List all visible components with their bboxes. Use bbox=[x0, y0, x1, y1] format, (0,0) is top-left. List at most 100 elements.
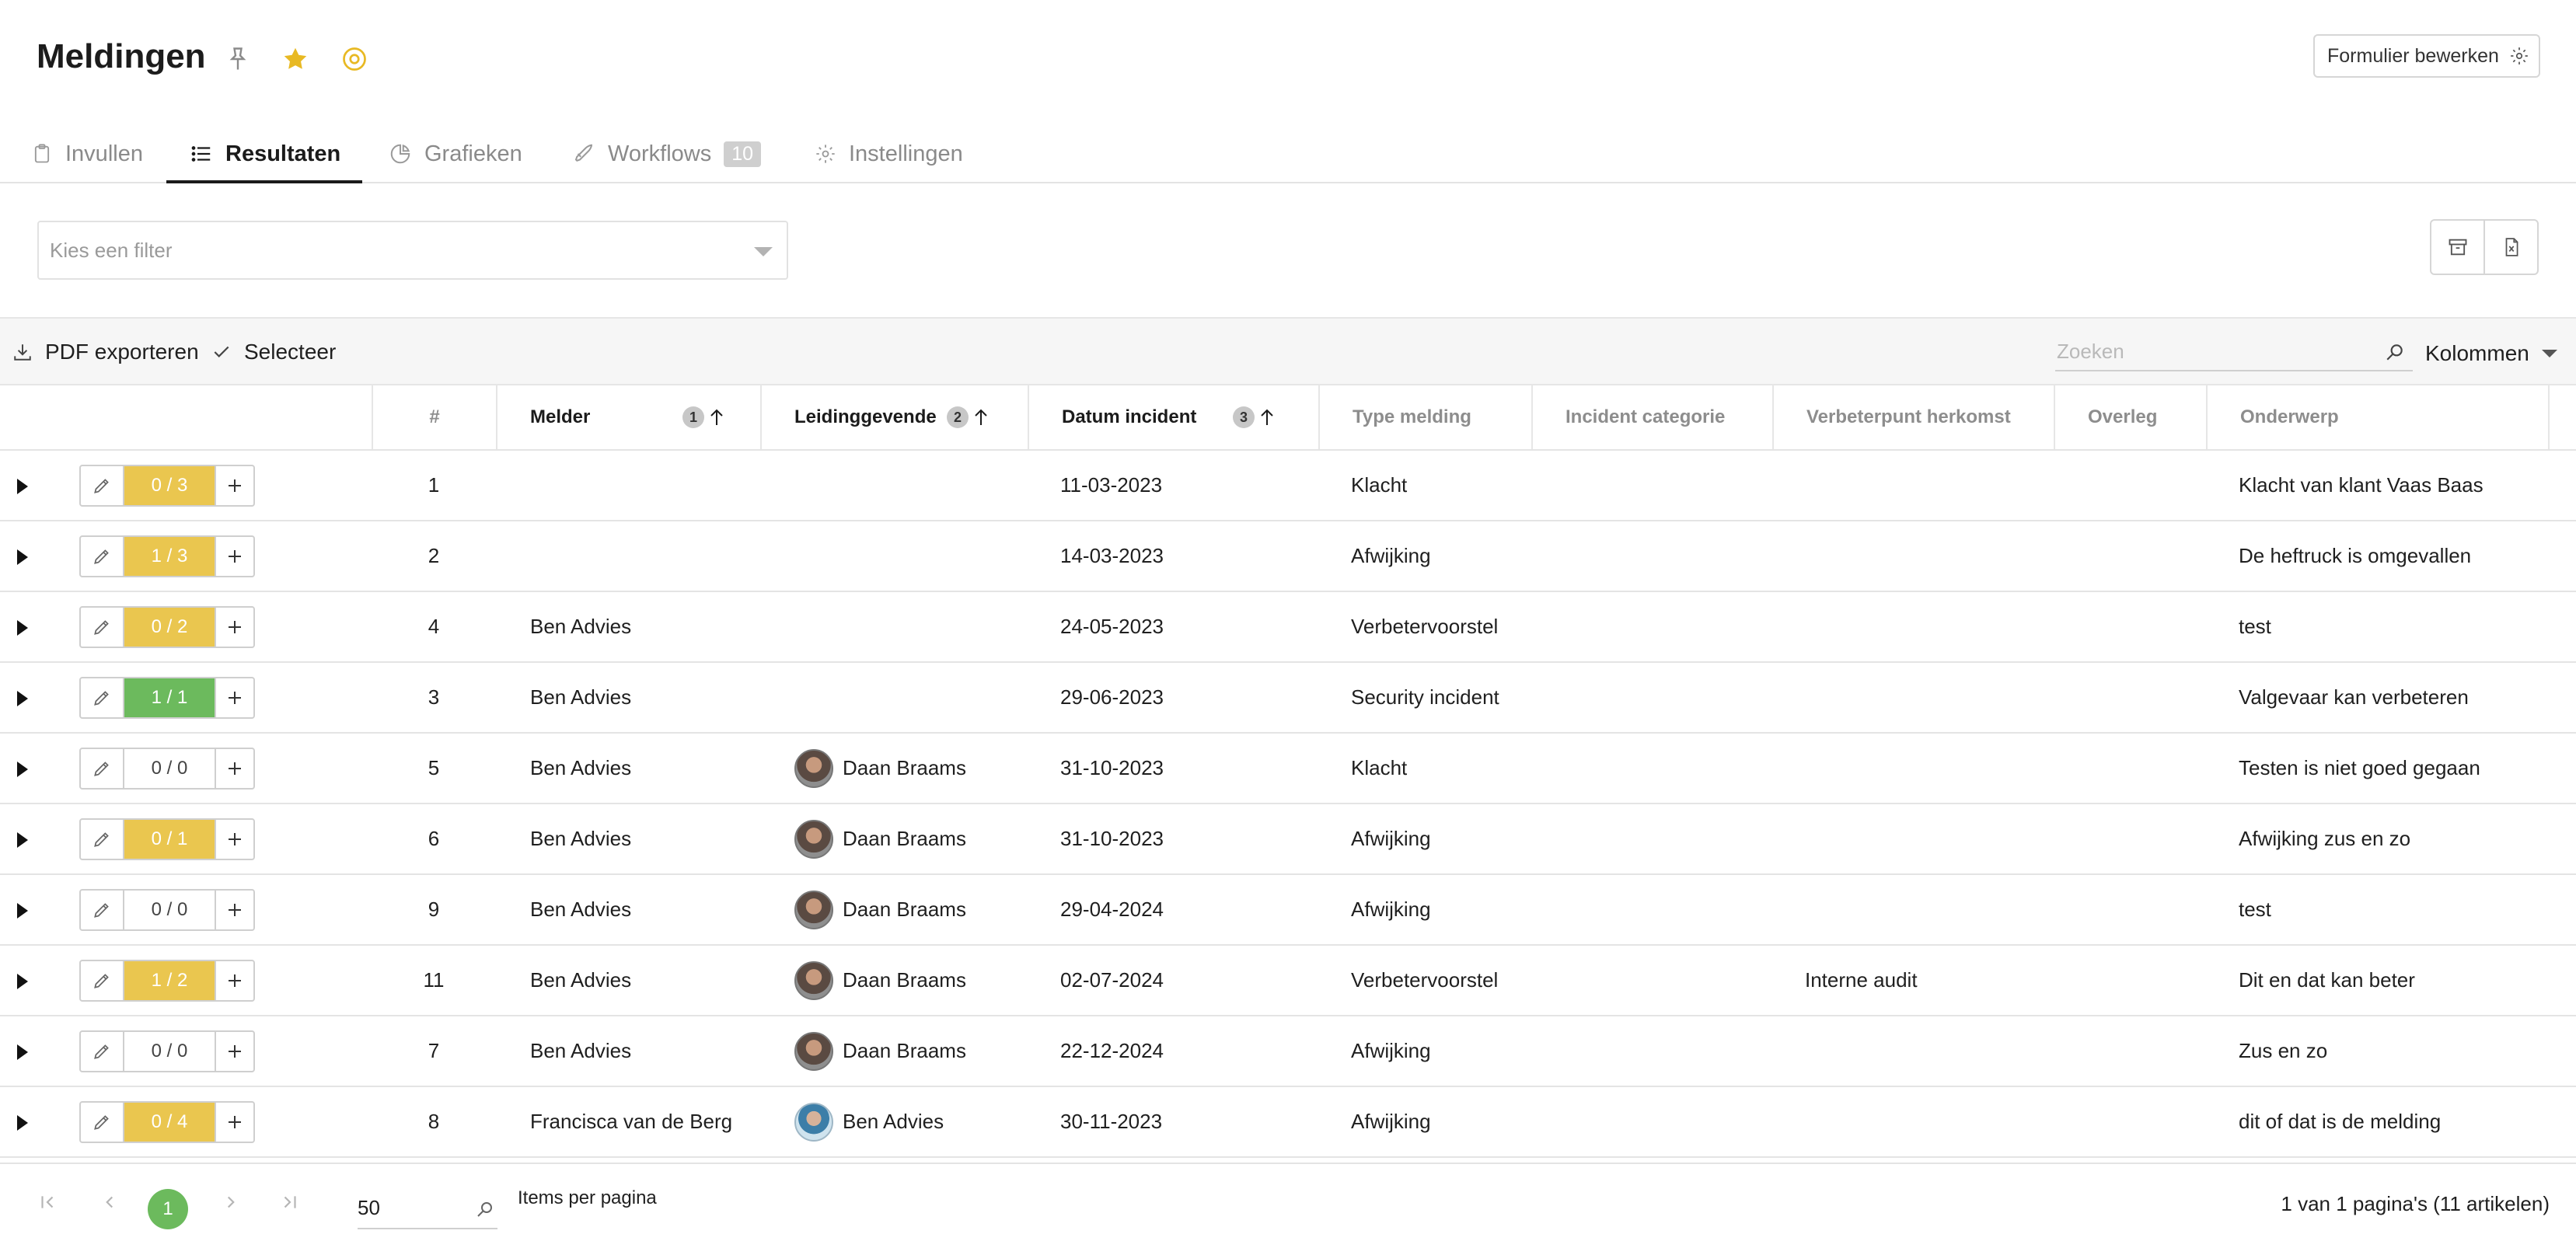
edit-row-button[interactable] bbox=[81, 608, 124, 647]
edit-row-button[interactable] bbox=[81, 1032, 124, 1071]
task-progress-badge[interactable]: 0 / 1 bbox=[124, 820, 215, 859]
tab-invullen[interactable]: Invullen bbox=[31, 124, 143, 183]
archive-button[interactable] bbox=[2431, 221, 2484, 274]
edit-row-button[interactable] bbox=[81, 1103, 124, 1142]
expand-row-icon[interactable] bbox=[17, 832, 28, 848]
table-row[interactable]: 0 / 0 7 Ben Advies Daan Braams 22-12-202… bbox=[0, 1016, 2576, 1087]
column-header-leidinggevende[interactable]: Leidinggevende 2 bbox=[760, 385, 1028, 449]
expand-row-icon[interactable] bbox=[17, 1044, 28, 1060]
tab-instellingen[interactable]: Instellingen bbox=[815, 124, 963, 183]
expand-row-icon[interactable] bbox=[17, 549, 28, 565]
filter-select[interactable]: Kies een filter bbox=[37, 221, 788, 280]
pdf-export-button[interactable]: PDF exporteren bbox=[12, 319, 199, 385]
expand-row-icon[interactable] bbox=[17, 479, 28, 494]
table-row[interactable]: 0 / 0 9 Ben Advies Daan Braams 29-04-202… bbox=[0, 875, 2576, 946]
edit-row-button[interactable] bbox=[81, 891, 124, 929]
cell-nr: 1 bbox=[428, 473, 440, 497]
expand-row-icon[interactable] bbox=[17, 1115, 28, 1131]
column-label: Incident categorie bbox=[1565, 406, 1726, 427]
pin-icon[interactable] bbox=[224, 45, 252, 73]
cell-nr: 7 bbox=[428, 1039, 440, 1062]
tab-label: Invullen bbox=[65, 141, 143, 166]
row-actions: 0 / 0 bbox=[79, 889, 255, 931]
select-button[interactable]: Selecteer bbox=[211, 319, 336, 385]
columns-dropdown[interactable]: Kolommen bbox=[2425, 334, 2557, 373]
task-progress-badge[interactable]: 0 / 0 bbox=[124, 891, 215, 929]
table-row[interactable]: 0 / 2 4 Ben Advies 24-05-2023 Verbetervo… bbox=[0, 592, 2576, 663]
last-page-icon[interactable] bbox=[280, 1192, 300, 1218]
expand-row-icon[interactable] bbox=[17, 691, 28, 706]
row-actions: 1 / 3 bbox=[79, 535, 255, 577]
task-progress-badge[interactable]: 1 / 1 bbox=[124, 678, 215, 717]
task-progress-badge[interactable]: 0 / 0 bbox=[124, 749, 215, 788]
column-header-categorie[interactable]: Incident categorie bbox=[1531, 385, 1772, 449]
edit-row-button[interactable] bbox=[81, 961, 124, 1000]
add-task-button[interactable] bbox=[215, 1032, 253, 1071]
sort-indicator: 1 bbox=[682, 406, 724, 428]
column-header-overleg[interactable]: Overleg bbox=[2054, 385, 2206, 449]
add-task-button[interactable] bbox=[215, 820, 253, 859]
edit-row-button[interactable] bbox=[81, 466, 124, 505]
previous-page-icon[interactable] bbox=[99, 1192, 120, 1218]
add-task-button[interactable] bbox=[215, 537, 253, 576]
add-task-button[interactable] bbox=[215, 1103, 253, 1142]
next-page-icon[interactable] bbox=[221, 1192, 241, 1218]
tab-workflows[interactable]: Workflows 10 bbox=[572, 124, 762, 183]
edit-row-button[interactable] bbox=[81, 749, 124, 788]
cell-type: Afwijking bbox=[1351, 827, 1431, 850]
column-header-herkomst[interactable]: Verbeterpunt herkomst bbox=[1772, 385, 2054, 449]
task-progress-badge[interactable]: 0 / 3 bbox=[124, 466, 215, 505]
column-header-onderwerp[interactable]: Onderwerp bbox=[2206, 385, 2550, 449]
current-page-button[interactable]: 1 bbox=[148, 1189, 188, 1229]
list-icon bbox=[191, 146, 211, 162]
cell-datum: 30-11-2023 bbox=[1060, 1110, 1163, 1133]
first-page-icon[interactable] bbox=[37, 1192, 58, 1218]
edit-row-button[interactable] bbox=[81, 820, 124, 859]
task-progress-badge[interactable]: 1 / 2 bbox=[124, 961, 215, 1000]
expand-row-icon[interactable] bbox=[17, 974, 28, 989]
task-progress-badge[interactable]: 0 / 2 bbox=[124, 608, 215, 647]
table-row[interactable]: 1 / 1 3 Ben Advies 29-06-2023 Security i… bbox=[0, 663, 2576, 734]
add-task-button[interactable] bbox=[215, 961, 253, 1000]
add-task-button[interactable] bbox=[215, 466, 253, 505]
add-task-button[interactable] bbox=[215, 749, 253, 788]
edit-row-button[interactable] bbox=[81, 678, 124, 717]
excel-export-button[interactable] bbox=[2484, 221, 2537, 274]
task-progress-badge[interactable]: 0 / 4 bbox=[124, 1103, 215, 1142]
add-task-button[interactable] bbox=[215, 608, 253, 647]
table-row[interactable]: 1 / 2 11 Ben Advies Daan Braams 02-07-20… bbox=[0, 946, 2576, 1016]
column-header-nr[interactable]: # bbox=[372, 385, 496, 449]
leidinggevende-name: Daan Braams bbox=[843, 968, 966, 992]
expand-row-icon[interactable] bbox=[17, 903, 28, 919]
search-input[interactable]: Zoeken bbox=[2055, 333, 2413, 371]
column-header-datum[interactable]: Datum incident 3 bbox=[1028, 385, 1318, 449]
items-per-page-input[interactable]: 50 bbox=[358, 1187, 497, 1229]
cell-leidinggevende: Daan Braams bbox=[794, 946, 966, 1015]
search-placeholder: Zoeken bbox=[2057, 339, 2124, 363]
edit-form-button[interactable]: Formulier bewerken bbox=[2313, 34, 2540, 78]
pencil-icon bbox=[94, 974, 109, 988]
task-progress-badge[interactable]: 0 / 0 bbox=[124, 1032, 215, 1071]
add-task-button[interactable] bbox=[215, 891, 253, 929]
tab-grafieken[interactable]: Grafieken bbox=[389, 124, 522, 183]
add-task-button[interactable] bbox=[215, 678, 253, 717]
column-header-type[interactable]: Type melding bbox=[1318, 385, 1531, 449]
tab-resultaten[interactable]: Resultaten bbox=[190, 124, 340, 183]
table-row[interactable]: 1 / 3 2 14-03-2023 Afwijking De heftruck… bbox=[0, 521, 2576, 592]
table-row[interactable]: 0 / 3 1 11-03-2023 Klacht Klacht van kla… bbox=[0, 451, 2576, 521]
task-progress-badge[interactable]: 1 / 3 bbox=[124, 537, 215, 576]
star-icon[interactable] bbox=[281, 45, 309, 73]
cell-melder: Ben Advies bbox=[530, 756, 632, 779]
column-label: Overleg bbox=[2088, 406, 2158, 427]
column-header-melder[interactable]: Melder 1 bbox=[496, 385, 760, 449]
cell-onderwerp: test bbox=[2239, 898, 2271, 921]
avatar bbox=[794, 819, 833, 859]
table-row[interactable]: 0 / 0 5 Ben Advies Daan Braams 31-10-202… bbox=[0, 734, 2576, 804]
edit-row-button[interactable] bbox=[81, 537, 124, 576]
target-icon[interactable] bbox=[340, 45, 368, 73]
expand-row-icon[interactable] bbox=[17, 620, 28, 636]
table-row[interactable]: 0 / 1 6 Ben Advies Daan Braams 31-10-202… bbox=[0, 804, 2576, 875]
cell-melder: Ben Advies bbox=[530, 1039, 632, 1062]
expand-row-icon[interactable] bbox=[17, 762, 28, 777]
table-row[interactable]: 0 / 4 8 Francisca van de Berg Ben Advies… bbox=[0, 1087, 2576, 1158]
